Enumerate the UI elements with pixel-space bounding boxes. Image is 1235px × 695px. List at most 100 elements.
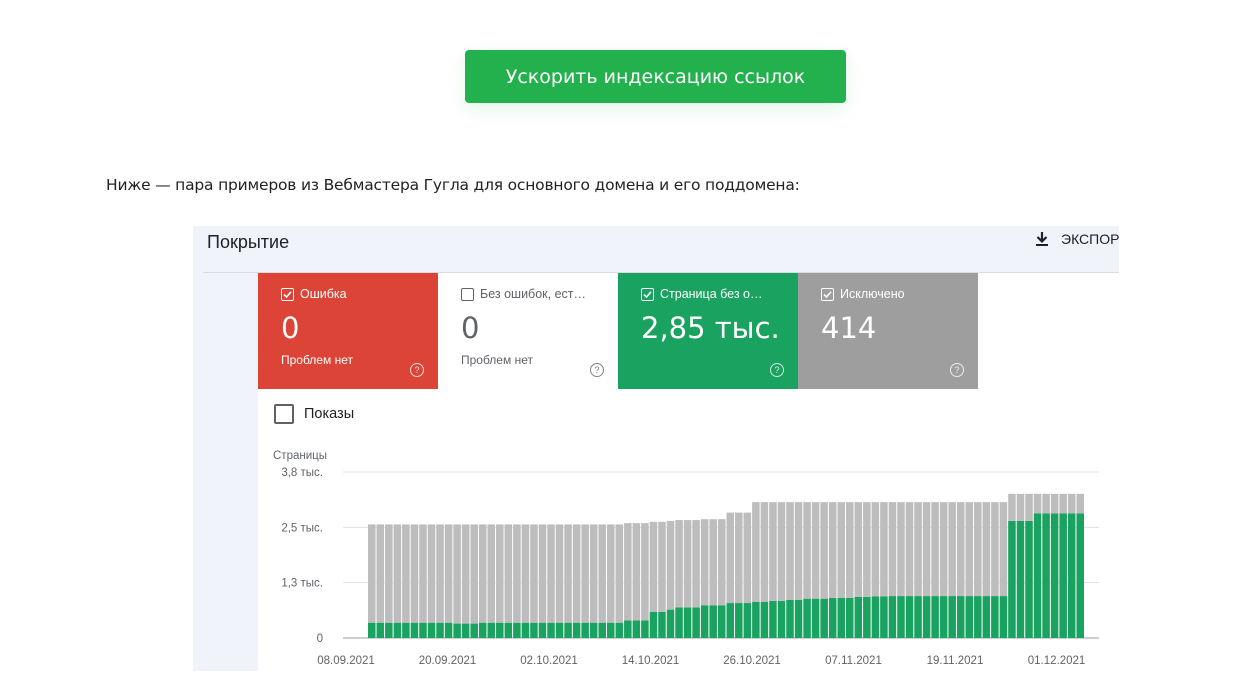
chart-bar-excluded[interactable] [1076, 493, 1084, 514]
chart-bar-valid[interactable] [700, 605, 709, 638]
export-button[interactable]: ЭКСПОР [1033, 230, 1119, 248]
chart-bar-excluded[interactable] [982, 502, 991, 597]
chart-bar-valid[interactable] [922, 596, 931, 638]
chart-bar-valid[interactable] [897, 596, 905, 638]
chart-bar-excluded[interactable] [1059, 493, 1067, 514]
chart-bar-valid[interactable] [478, 622, 487, 638]
chart-bar-valid[interactable] [854, 596, 863, 638]
chart-bar-excluded[interactable] [1050, 493, 1059, 514]
chart-bar-excluded[interactable] [453, 524, 461, 624]
chart-bar-valid[interactable] [419, 622, 427, 638]
chart-bar-valid[interactable] [470, 623, 478, 638]
chart-bar-valid[interactable] [649, 611, 658, 638]
chart-bar-excluded[interactable] [1042, 493, 1050, 514]
chart-bar-excluded[interactable] [530, 524, 538, 623]
chart-bar-valid[interactable] [368, 622, 376, 638]
chart-bar-valid[interactable] [905, 596, 914, 638]
chart-bar-valid[interactable] [888, 596, 897, 638]
chart-bar-valid[interactable] [837, 597, 845, 638]
chart-bar-valid[interactable] [436, 622, 444, 638]
chart-bar-excluded[interactable] [863, 502, 871, 597]
chart-bar-excluded[interactable] [888, 502, 897, 597]
chart-bar-excluded[interactable] [692, 520, 700, 608]
chart-bar-excluded[interactable] [939, 502, 948, 597]
chart-bar-valid[interactable] [1050, 513, 1059, 639]
chart-bar-excluded[interactable] [854, 502, 863, 597]
chart-bar-valid[interactable] [402, 622, 410, 638]
chart-bar-excluded[interactable] [385, 524, 393, 623]
chart-bar-excluded[interactable] [777, 502, 786, 601]
chart-bar-excluded[interactable] [547, 524, 555, 623]
chart-bar-excluded[interactable] [564, 524, 572, 623]
chart-bar-excluded[interactable] [436, 524, 444, 623]
chart-bar-valid[interactable] [726, 603, 735, 638]
chart-bar-valid[interactable] [513, 622, 521, 638]
chart-bar-excluded[interactable] [615, 524, 624, 623]
chart-bar-excluded[interactable] [760, 502, 769, 602]
chart-bar-excluded[interactable] [743, 512, 752, 604]
chart-bar-excluded[interactable] [410, 524, 419, 623]
chart-bar-excluded[interactable] [589, 524, 598, 623]
chart-bar-valid[interactable] [982, 596, 991, 638]
chart-bar-valid[interactable] [624, 620, 632, 638]
chart-bar-excluded[interactable] [521, 524, 530, 623]
chart-bar-excluded[interactable] [666, 520, 675, 610]
chart-bar-excluded[interactable] [811, 502, 820, 599]
chart-bar-valid[interactable] [530, 622, 538, 638]
chart-bar-excluded[interactable] [427, 524, 436, 623]
chart-bar-valid[interactable] [666, 609, 675, 638]
chart-bar-excluded[interactable] [922, 502, 931, 597]
chart-bar-excluded[interactable] [487, 524, 496, 623]
chart-bar-excluded[interactable] [658, 521, 666, 612]
chart-bar-valid[interactable] [385, 622, 393, 638]
chart-bar-valid[interactable] [717, 605, 726, 638]
chart-bar-excluded[interactable] [504, 524, 513, 623]
chart-bar-valid[interactable] [564, 622, 572, 638]
chart-bar-excluded[interactable] [1008, 493, 1016, 521]
chart-bar-excluded[interactable] [914, 502, 922, 597]
chart-bar-valid[interactable] [991, 596, 999, 638]
chart-bar-excluded[interactable] [1067, 493, 1076, 514]
chart-bar-valid[interactable] [692, 607, 700, 638]
chart-bar-valid[interactable] [581, 622, 589, 638]
chart-bar-valid[interactable] [521, 622, 530, 638]
chart-bar-valid[interactable] [871, 596, 880, 639]
chart-bar-valid[interactable] [863, 596, 871, 638]
chart-bar-valid[interactable] [939, 596, 948, 638]
chart-bar-valid[interactable] [1016, 520, 1025, 638]
chart-bar-excluded[interactable] [444, 524, 453, 623]
chart-bar-excluded[interactable] [871, 502, 880, 597]
chart-bar-excluded[interactable] [624, 523, 632, 621]
chart-bar-valid[interactable] [956, 596, 965, 638]
chart-bar-excluded[interactable] [641, 523, 649, 621]
chart-bar-excluded[interactable] [572, 524, 581, 623]
chart-bar-valid[interactable] [658, 611, 666, 638]
chart-bar-valid[interactable] [752, 601, 760, 638]
chart-bar-valid[interactable] [999, 596, 1008, 638]
chart-bar-valid[interactable] [538, 622, 547, 638]
chart-bar-excluded[interactable] [555, 524, 564, 623]
chart-bar-excluded[interactable] [880, 502, 888, 597]
chart-bar-valid[interactable] [820, 598, 828, 638]
chart-bar-valid[interactable] [769, 600, 777, 638]
chart-bar-excluded[interactable] [607, 524, 615, 623]
chart-bar-valid[interactable] [1076, 513, 1084, 639]
chart-bar-excluded[interactable] [846, 502, 854, 598]
chart-bar-excluded[interactable] [368, 524, 376, 623]
chart-bar-valid[interactable] [444, 622, 453, 638]
chart-bar-excluded[interactable] [897, 502, 905, 597]
chart-bar-excluded[interactable] [675, 520, 683, 608]
chart-bar-valid[interactable] [931, 596, 939, 638]
chart-bar-valid[interactable] [615, 622, 624, 638]
chart-bar-excluded[interactable] [931, 502, 939, 597]
chart-bar-valid[interactable] [1025, 520, 1033, 638]
chart-bar-valid[interactable] [914, 596, 922, 638]
chart-bar-excluded[interactable] [965, 502, 974, 597]
chart-bar-excluded[interactable] [709, 519, 717, 606]
chart-bar-excluded[interactable] [786, 502, 794, 600]
chart-bar-excluded[interactable] [538, 524, 547, 623]
chart-bar-excluded[interactable] [598, 524, 606, 623]
chart-bar-valid[interactable] [803, 598, 811, 638]
chart-bar-excluded[interactable] [1033, 493, 1042, 514]
chart-bar-valid[interactable] [572, 622, 581, 638]
